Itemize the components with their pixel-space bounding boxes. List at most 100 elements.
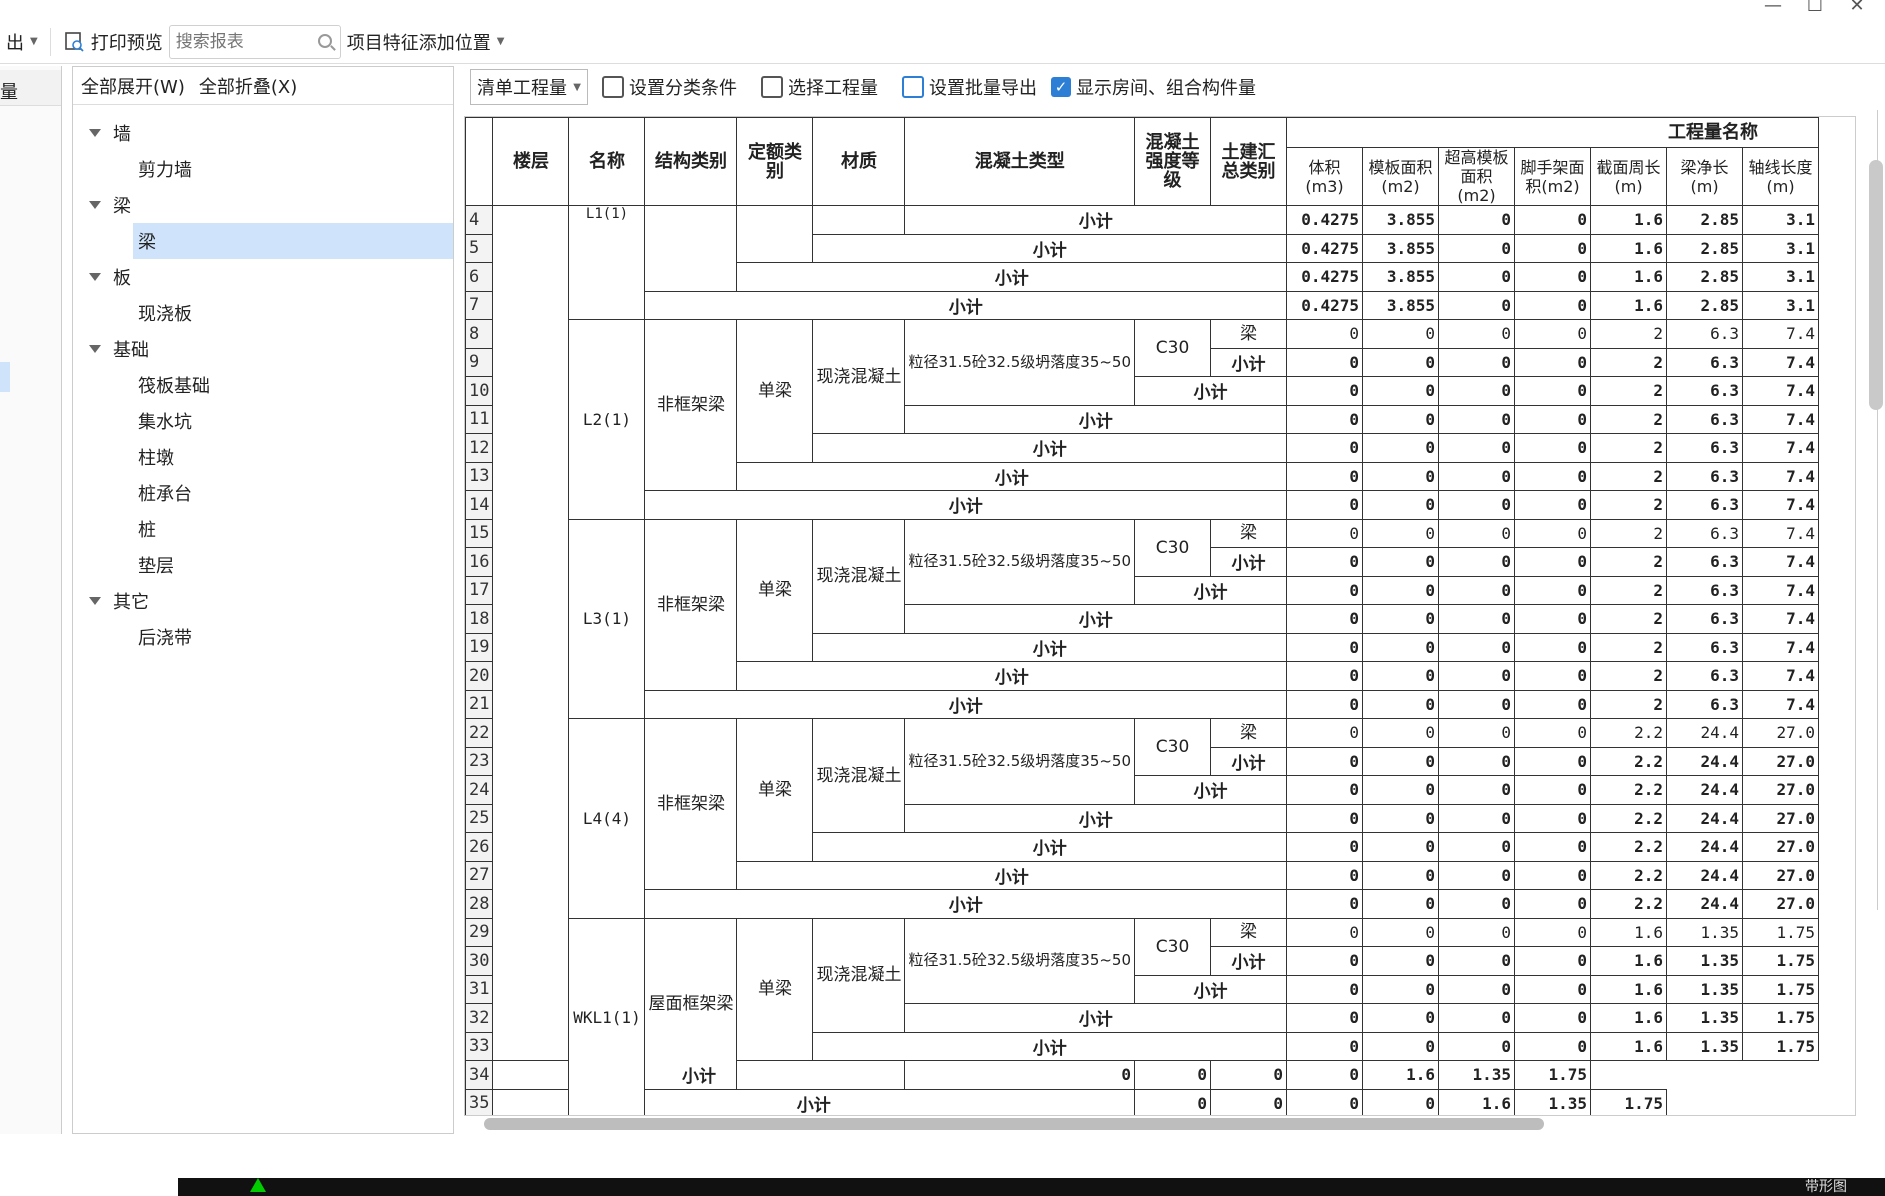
export-button[interactable]: 出 ▼ xyxy=(0,26,44,58)
qty-cell: 27.0 xyxy=(1742,746,1820,776)
table-row[interactable]: 8 L2(1) 非框架梁 单梁 现浇混凝土 粒径31.5砼32.5级坍落度35~50 C30… xyxy=(465,319,1820,520)
tree-item[interactable]: 柱墩 xyxy=(73,439,453,475)
col-qty-header: 轴线长度(m) xyxy=(1742,147,1820,206)
qty-cell: 0 xyxy=(1514,347,1592,377)
quota-cell: 单梁 xyxy=(736,718,814,862)
subtotal-label: 小计 xyxy=(812,1031,1288,1061)
show-rooms-toggle[interactable]: ✓ 显示房间、组合构件量 xyxy=(1051,74,1266,100)
tree-item[interactable]: 后浇带 xyxy=(73,619,453,655)
qty-cell: 0 xyxy=(1438,803,1516,833)
qty-cell: 0 xyxy=(1362,1003,1440,1033)
quantity-mode-select[interactable]: 清单工程量 ▼ xyxy=(470,69,588,105)
qty-cell: 1.6 xyxy=(1590,205,1668,235)
qty-cell: 6.3 xyxy=(1666,433,1744,463)
qty-cell: 2 xyxy=(1590,376,1668,406)
tree-item[interactable]: 现浇板 xyxy=(73,295,453,331)
subtotal-label: 小计 xyxy=(812,433,1288,463)
qty-cell: 0 xyxy=(1514,1003,1592,1033)
tree-item[interactable]: 梁 xyxy=(133,223,453,259)
tree-item[interactable]: 筏板基础 xyxy=(73,367,453,403)
table-row[interactable]: 35 小计 0 0 0 0 1.6 1.35 1.75 xyxy=(465,1088,1819,1115)
maximize-button[interactable]: ☐ xyxy=(1805,0,1825,15)
civil-category-cell: 梁 xyxy=(1210,917,1288,947)
table-row[interactable]: 7 小计 0.4275 3.855 0 0 1.6 2.85 3.1 xyxy=(465,290,1820,320)
report-search-input[interactable] xyxy=(175,31,306,52)
tree-group[interactable]: 墙 xyxy=(73,115,453,151)
select-quantities-label: 选择工程量 xyxy=(788,78,878,99)
checkbox-checked-icon[interactable]: ✓ xyxy=(1051,77,1071,97)
collapse-triangle-icon[interactable] xyxy=(89,201,101,209)
print-preview-button[interactable]: 打印预览 xyxy=(57,26,169,58)
batch-export-button[interactable]: 设置批量导出 xyxy=(892,74,1047,100)
qty-cell: 0 xyxy=(1362,917,1440,947)
qty-cell: 0 xyxy=(1362,1088,1440,1115)
table-row[interactable]: 34 小计 0 0 0 0 1.6 1.35 1.75 xyxy=(465,1060,1819,1090)
table-row[interactable]: 21 小计 0 0 0 0 2 6.3 7.4 xyxy=(465,689,1820,719)
table-row[interactable]: 4 L1(1) 小计 0.4275 3.855 0 0 1.6 2.85 3.1 xyxy=(465,205,1820,1061)
tree-item[interactable]: 桩承台 xyxy=(73,475,453,511)
collapse-all-button[interactable]: 全部折叠(X) xyxy=(199,73,297,99)
left-edge-tab[interactable]: 量 xyxy=(0,70,61,106)
qty-cell: 0 xyxy=(1362,461,1440,491)
tree-item[interactable]: 垫层 xyxy=(73,547,453,583)
tree-item[interactable]: 桩 xyxy=(73,511,453,547)
row-number: 18 xyxy=(465,604,494,634)
row-number: 28 xyxy=(465,889,494,919)
row-number: 19 xyxy=(465,632,494,662)
tree-group[interactable]: 基础 xyxy=(73,331,453,367)
minimize-button[interactable]: — xyxy=(1763,0,1783,15)
row-number: 4 xyxy=(465,205,494,235)
qty-cell: 0 xyxy=(1286,319,1364,349)
qty-cell: 1.35 xyxy=(1438,1060,1516,1090)
tree-group[interactable]: 板 xyxy=(73,259,453,295)
qty-cell: 0 xyxy=(1514,632,1592,662)
table-row[interactable]: 28 小计 0 0 0 0 2.2 24.4 27.0 xyxy=(465,889,1820,919)
row-number: 14 xyxy=(465,490,494,520)
qty-cell: 0 xyxy=(1286,376,1364,406)
tree-item[interactable]: 剪力墙 xyxy=(73,151,453,187)
table-row[interactable]: 14 小计 0 0 0 0 2 6.3 7.4 xyxy=(465,490,1820,520)
subtotal-label: 小计 xyxy=(1210,547,1288,577)
qty-cell: 1.75 xyxy=(1514,1060,1592,1090)
main-toolbar: 出▼ 打印预览 项目特征添加位置▼ xyxy=(0,20,1885,64)
feature-position-dropdown[interactable]: 项目特征添加位置 ▼ xyxy=(341,26,511,58)
row-number: 34 xyxy=(465,1060,494,1090)
collapse-triangle-icon[interactable] xyxy=(89,345,101,353)
table-row[interactable]: 29 WKL1(1) 屋面框架梁 单梁 现浇混凝土 粒径31.5砼32.5级坍落度35~5… xyxy=(465,917,1820,1115)
component-tree: 墙剪力墙梁梁板现浇板 基础 筏板基础 集水坑 柱墩 桩承台桩垫层 其它 后浇带 xyxy=(73,105,453,655)
qty-cell: 3.855 xyxy=(1362,233,1440,263)
qty-cell: 0 xyxy=(1286,775,1364,805)
qty-cell: 2.2 xyxy=(1590,718,1668,748)
tree-item[interactable]: 集水坑 xyxy=(73,403,453,439)
close-button[interactable]: ✕ xyxy=(1847,0,1867,15)
collapse-triangle-icon[interactable] xyxy=(89,129,101,137)
col-concrete-type: 混凝土类型 xyxy=(904,117,1136,206)
tree-item-label: 桩承台 xyxy=(138,484,192,505)
tree-group[interactable]: 梁 xyxy=(73,187,453,223)
qty-cell: 1.35 xyxy=(1666,974,1744,1004)
material-cell: 现浇混凝土 xyxy=(812,319,906,434)
qty-cell: 7.4 xyxy=(1742,575,1820,605)
table-row[interactable]: 22 L4(4) 非框架梁 单梁 现浇混凝土 粒径31.5砼32.5级坍落度35~50 C3… xyxy=(465,718,1820,919)
select-quantities-button[interactable]: 选择工程量 xyxy=(751,74,888,100)
collapse-triangle-icon[interactable] xyxy=(89,597,101,605)
qty-cell: 24.4 xyxy=(1666,832,1744,862)
horizontal-scrollbar[interactable] xyxy=(484,1118,1544,1130)
row-number: 30 xyxy=(465,946,494,976)
collapse-triangle-icon[interactable] xyxy=(89,273,101,281)
search-icon[interactable] xyxy=(317,33,332,48)
tree-toolbar: 全部展开(W) 全部折叠(X) xyxy=(73,67,453,105)
qty-cell: 7.4 xyxy=(1742,404,1820,434)
qty-cell: 24.4 xyxy=(1666,860,1744,890)
tree-group[interactable]: 其它 xyxy=(73,583,453,619)
expand-all-button[interactable]: 全部展开(W) xyxy=(81,73,185,99)
set-category-button[interactable]: 设置分类条件 xyxy=(592,74,747,100)
qty-cell: 6.3 xyxy=(1666,689,1744,719)
qty-cell: 7.4 xyxy=(1742,433,1820,463)
table-row[interactable]: 15 L3(1) 非框架梁 单梁 现浇混凝土 粒径31.5砼32.5级坍落度35~50 C3… xyxy=(465,518,1820,719)
qty-cell: 0 xyxy=(1362,632,1440,662)
divider xyxy=(49,27,51,56)
vertical-scrollbar[interactable] xyxy=(1869,160,1883,410)
qty-cell: 2 xyxy=(1590,575,1668,605)
corner-cell xyxy=(465,117,494,206)
